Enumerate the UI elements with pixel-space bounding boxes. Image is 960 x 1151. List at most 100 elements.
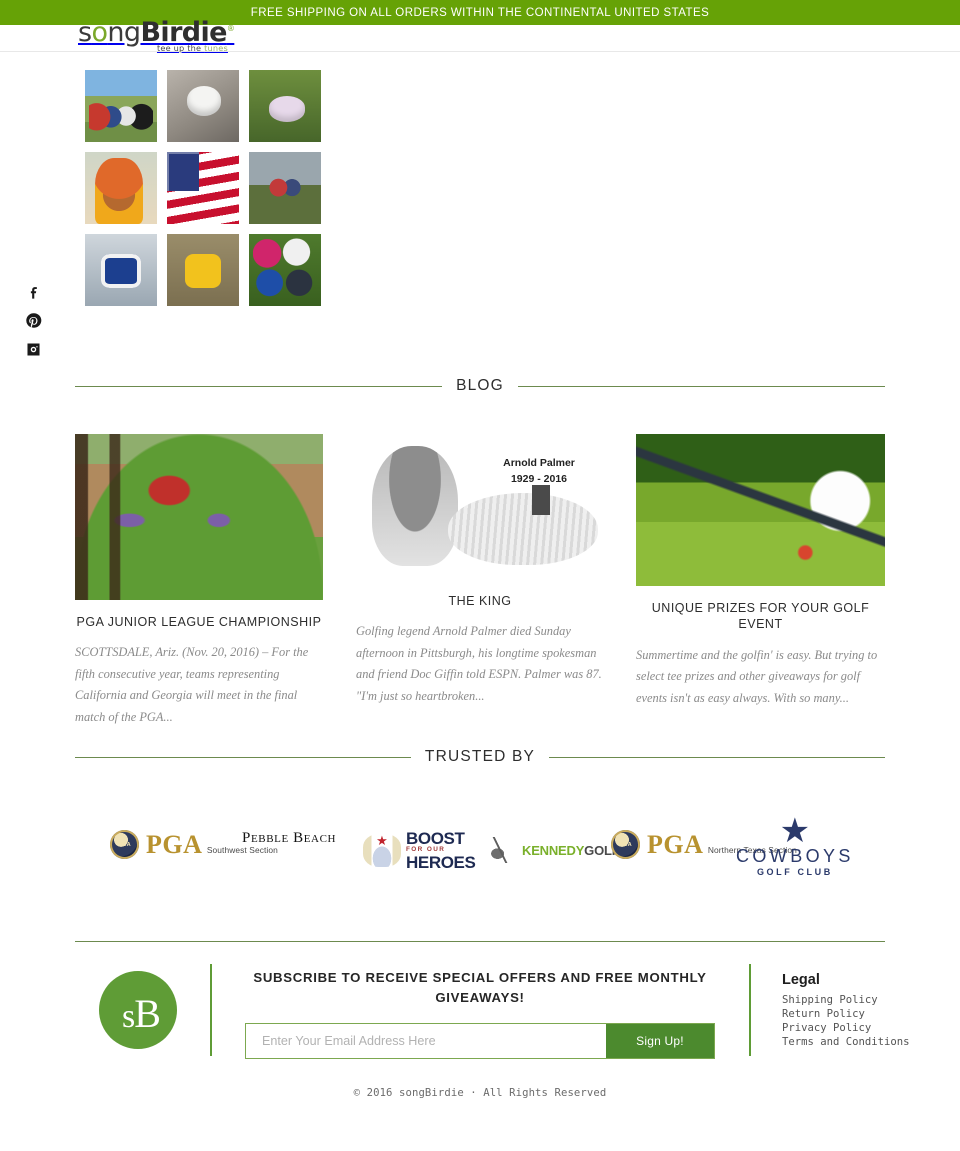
pga-northern-wordmark: PGA — [647, 829, 704, 859]
logo-ng: ng — [107, 17, 141, 48]
trusted-rule-right — [549, 756, 885, 758]
sb-badge-text: sB — [122, 991, 161, 1036]
blog-post-2-excerpt: Golfing legend Arnold Palmer died Sunday… — [356, 624, 602, 703]
blog-post-2[interactable]: Arnold Palmer 1929 - 2016 THE KING Golfi… — [356, 434, 604, 708]
blog-post-2-image[interactable]: Arnold Palmer 1929 - 2016 — [356, 434, 604, 579]
logo-s: s — [78, 17, 92, 48]
blog-post-1[interactable]: PGA JUNIOR LEAGUE CHAMPIONSHIP SCOTTSDAL… — [75, 434, 323, 729]
palmer-course-illustration — [448, 493, 598, 565]
kennedy-word: KENNEDY — [522, 842, 585, 858]
logo-o: o — [91, 17, 108, 48]
instagram-photo-8[interactable] — [167, 234, 239, 306]
trusted-rule-left — [75, 756, 411, 758]
kennedy-golf-wordmark: KENNEDYGOLF — [522, 842, 620, 858]
logo-wordmark: songBirdie® — [78, 17, 235, 48]
legal-link-shipping-policy[interactable]: Shipping Policy — [782, 994, 922, 1008]
newsletter-subscribe: SUBSCRIBE TO RECEIVE SPECIAL OFFERS AND … — [245, 968, 715, 1059]
legal-link-privacy-policy[interactable]: Privacy Policy — [782, 1022, 922, 1036]
trusted-by-logos: PGA Southwest Section Pebble Beach BOOST… — [75, 806, 885, 898]
site-logo[interactable]: songBirdie® tee up the tunes — [78, 17, 235, 57]
photo-lavender-speaker — [249, 70, 321, 142]
boost-hands-star-icon — [363, 834, 401, 868]
instagram-photo-3[interactable] — [249, 70, 321, 142]
trusted-by-section-heading: TRUSTED BY — [75, 748, 885, 766]
pga-southwest-wordmark: PGA — [146, 829, 203, 859]
photo-yellow-speaker — [167, 234, 239, 306]
site-header: songBirdie® tee up the tunes — [0, 19, 960, 52]
heading-rule-right — [517, 385, 885, 387]
blog-post-3-excerpt: Summertime and the golfin' is easy. But … — [636, 647, 878, 705]
footer-divider-left — [210, 964, 212, 1056]
palmer-clubhouse — [532, 485, 550, 515]
instagram-photo-2[interactable] — [167, 70, 239, 142]
instagram-photo-4[interactable] — [85, 152, 157, 224]
blog-heading-text: BLOG — [456, 377, 504, 394]
email-input[interactable] — [246, 1023, 606, 1058]
logo-kennedy-golf: KENNEDYGOLF — [488, 837, 620, 863]
blog-post-1-title[interactable]: PGA JUNIOR LEAGUE CHAMPIONSHIP — [75, 614, 323, 630]
pga-seal-icon-2 — [611, 830, 640, 859]
blog-post-1-image[interactable] — [75, 434, 323, 600]
logo-tagline-part1: tee up the — [156, 43, 205, 53]
legal-heading: Legal — [782, 972, 820, 988]
palmer-caption: Arnold Palmer 1929 - 2016 — [484, 456, 594, 488]
boost-line-3: HEROES — [406, 852, 476, 872]
subscribe-heading: SUBSCRIBE TO RECEIVE SPECIAL OFFERS AND … — [253, 970, 707, 1006]
footer-sb-badge: sB — [99, 971, 177, 1049]
cowboys-line-1: COWBOYS — [736, 846, 854, 867]
photo-junior-golfers — [249, 152, 321, 224]
blog-post-2-title[interactable]: THE KING — [356, 593, 604, 609]
pga-seal-icon — [110, 830, 139, 859]
copyright-text: © 2016 songBirdie · All Rights Reserved — [353, 1087, 607, 1099]
instagram-photo-grid — [85, 70, 321, 306]
logo-pebble-beach: Pebble Beach — [242, 830, 336, 846]
instagram-photo-5[interactable] — [167, 152, 239, 224]
blog-post-1-excerpt: SCOTTSDALE, Ariz. (Nov. 20, 2016) – For … — [75, 645, 309, 724]
footer-divider — [75, 941, 885, 942]
site-footer: sB SUBSCRIBE TO RECEIVE SPECIAL OFFERS A… — [0, 960, 960, 1080]
cowboys-star-icon: ★ — [779, 812, 811, 850]
instagram-photo-9[interactable] — [249, 234, 321, 306]
photo-speaker-pile — [249, 234, 321, 306]
boost-wordmark: BOOST FOR OUR HEROES — [406, 829, 476, 872]
photo-blue-speaker — [85, 234, 157, 306]
blog-post-3-title[interactable]: UNIQUE PRIZES FOR YOUR GOLF EVENT — [636, 600, 885, 633]
logo-tagline-part2: tunes — [204, 43, 228, 53]
sb-badge-s: s — [122, 998, 135, 1035]
instagram-photo-6[interactable] — [249, 152, 321, 224]
pinterest-icon[interactable] — [25, 312, 42, 329]
blog-post-3[interactable]: UNIQUE PRIZES FOR YOUR GOLF EVENT Summer… — [636, 434, 885, 709]
legal-link-terms-and-conditions[interactable]: Terms and Conditions — [782, 1036, 922, 1050]
blog-section-heading: BLOG — [75, 377, 885, 395]
instagram-photo-7[interactable] — [85, 234, 157, 306]
legal-link-return-policy[interactable]: Return Policy — [782, 1008, 922, 1022]
pebble-beach-wordmark: Pebble Beach — [242, 830, 337, 846]
boost-line-1: BOOST — [406, 829, 465, 848]
blog-post-3-image[interactable] — [636, 434, 885, 586]
logo-trademark-icon: ® — [226, 24, 235, 33]
photo-golfers-group — [85, 70, 157, 142]
cowboys-line-2: GOLF CLUB — [756, 867, 833, 878]
photo-boy-turban — [85, 152, 157, 224]
logo-cowboys-golf-club: ★ COWBOYS GOLF CLUB — [736, 812, 854, 878]
photo-american-flag — [167, 152, 239, 224]
palmer-portrait — [372, 446, 458, 566]
pga-southwest-subtitle: Southwest Section — [206, 844, 278, 855]
palmer-caption-name: Arnold Palmer — [503, 457, 575, 469]
heading-rule-left — [75, 385, 443, 387]
social-links-rail — [22, 283, 44, 358]
trusted-by-heading-text: TRUSTED BY — [424, 748, 536, 765]
kennedy-golf-script-icon — [488, 837, 518, 863]
subscribe-form: Sign Up! — [245, 1022, 715, 1059]
photo-white-speaker — [167, 70, 239, 142]
footer-divider-right — [749, 964, 751, 1056]
instagram-photo-1[interactable] — [85, 70, 157, 142]
logo-boost-for-our-heroes: BOOST FOR OUR HEROES — [363, 829, 476, 872]
announcement-text: FREE SHIPPING ON ALL ORDERS WITHIN THE C… — [250, 6, 710, 19]
footer-legal: Legal Shipping Policy Return Policy Priv… — [782, 972, 922, 1050]
sign-up-button[interactable]: Sign Up! — [606, 1023, 714, 1058]
sb-badge-b: B — [134, 991, 161, 1036]
palmer-caption-years: 1929 - 2016 — [510, 472, 568, 485]
facebook-icon[interactable] — [25, 283, 42, 300]
instagram-icon[interactable] — [25, 341, 42, 358]
